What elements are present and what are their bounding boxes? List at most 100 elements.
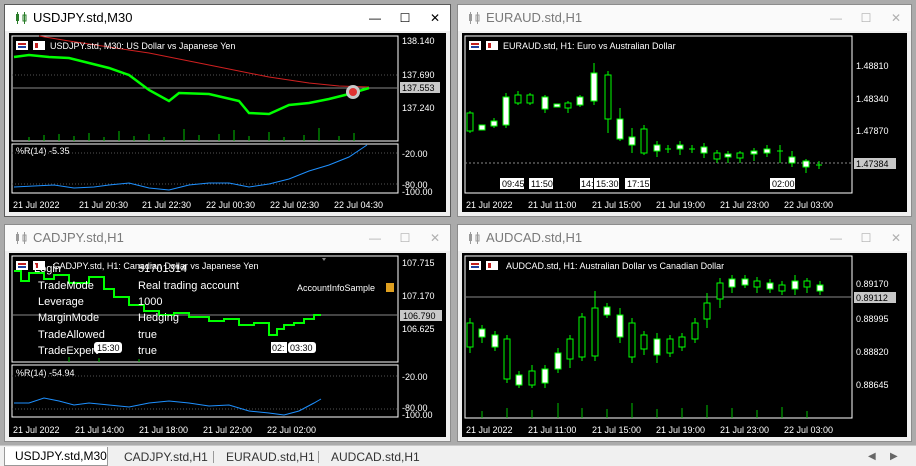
candlestick-chart-icon	[16, 232, 27, 244]
close-button[interactable]: ✕	[881, 5, 911, 31]
tab-audcad[interactable]: AUDCAD.std,H1	[321, 447, 421, 466]
minimize-button[interactable]: —	[360, 5, 390, 31]
scroll-left-icon[interactable]: ◀	[868, 447, 890, 466]
account-key: Login	[34, 263, 61, 275]
euraud-titlebar[interactable]: EURAUD.std,H1 — ☐ ✕	[458, 5, 911, 31]
indicator-tick: -20.00	[402, 149, 428, 159]
session-labels: 09:45 11:50 14: 15:30 17:15 02:00	[500, 178, 795, 189]
time-tick: 21 Jul 14:00	[75, 425, 124, 435]
price-tick: 0.89170	[856, 279, 889, 289]
price-tick: 0.88995	[856, 314, 889, 324]
price-tick: 137.240	[402, 103, 435, 113]
current-price: 1.47384	[856, 159, 889, 169]
account-key: TradeExpert	[38, 345, 99, 357]
minimize-button[interactable]: —	[360, 225, 390, 251]
time-tick: 22 Jul 03:00	[784, 200, 833, 210]
expert-icon	[386, 283, 394, 292]
price-tick: 1.48810	[856, 61, 889, 71]
account-value: 51701314	[138, 263, 187, 275]
time-tick: 21 Jul 19:00	[656, 200, 705, 210]
price-tick: 107.715	[402, 258, 435, 268]
session-label: 02:00	[772, 179, 795, 189]
current-price: 106.790	[403, 311, 436, 321]
session-label: 03:30	[290, 343, 313, 353]
account-key: MarginMode	[38, 312, 100, 324]
chart-symbol-label: AUDCAD.std, H1: Australian Dollar vs Can…	[506, 261, 724, 271]
session-label: 15:30	[97, 343, 120, 353]
candlestick-chart-icon	[16, 12, 27, 24]
volume-bars	[68, 357, 140, 362]
time-tick: 21 Jul 23:00	[720, 425, 769, 435]
tab-cadjpy[interactable]: CADJPY.std,H1	[114, 447, 212, 466]
price-tick: 138.140	[402, 36, 435, 46]
cadjpy-titlebar[interactable]: CADJPY.std,H1 — ☐ ✕	[5, 225, 450, 251]
usdjpy-chart-window[interactable]: USDJPY.std,M30 — ☐ ✕ USDJPY.std, M30: US…	[4, 4, 451, 217]
maximize-button[interactable]: ☐	[390, 5, 420, 31]
volume-bars	[481, 403, 808, 418]
chart-type-icons	[16, 41, 45, 50]
tab-separator	[318, 451, 319, 463]
chart-symbol-label: EURAUD.std, H1: Euro vs Australian Dolla…	[503, 41, 676, 51]
williams-r-line	[14, 397, 322, 416]
cadjpy-chart[interactable]: CADJPY.std, H1: Canadian Dollar vs Japan…	[9, 253, 446, 437]
chart-type-icons	[469, 41, 498, 50]
tab-separator	[213, 451, 214, 463]
time-tick: 21 Jul 15:00	[592, 425, 641, 435]
account-key: TradeMode	[38, 280, 94, 292]
window-title: USDJPY.std,M30	[33, 10, 133, 25]
session-label: 09:45	[502, 179, 525, 189]
time-tick: 22 Jul 02:30	[270, 200, 319, 210]
maximize-button[interactable]: ☐	[851, 5, 881, 31]
tab-usdjpy[interactable]: USDJPY.std,M30	[4, 447, 108, 466]
account-value: true	[138, 345, 157, 357]
time-tick: 21 Jul 23:00	[720, 200, 769, 210]
candles	[466, 63, 822, 173]
close-button[interactable]: ✕	[881, 225, 911, 251]
chart-tab-bar: USDJPY.std,M30 CADJPY.std,H1 EURAUD.std,…	[0, 445, 916, 466]
candlestick-chart-icon	[469, 232, 480, 244]
euraud-chart[interactable]: EURAUD.std, H1: Euro vs Australian Dolla…	[462, 33, 907, 212]
price-tick: 0.88645	[856, 380, 889, 390]
minimize-button[interactable]: —	[821, 225, 851, 251]
chart-type-icons	[469, 261, 498, 270]
usdjpy-titlebar[interactable]: USDJPY.std,M30 — ☐ ✕	[5, 5, 450, 31]
time-tick: 21 Jul 22:00	[203, 425, 252, 435]
euraud-chart-window[interactable]: EURAUD.std,H1 — ☐ ✕ EURAUD.std, H1: Euro…	[457, 4, 912, 217]
cadjpy-chart-window[interactable]: CADJPY.std,H1 — ☐ ✕ CADJPY.std, H1: Cana…	[4, 224, 451, 442]
candlestick-chart-icon	[469, 12, 480, 24]
audcad-titlebar[interactable]: AUDCAD.std,H1 — ☐ ✕	[458, 225, 911, 251]
tab-euraud[interactable]: EURAUD.std,H1	[216, 447, 315, 466]
candles	[466, 275, 824, 388]
session-label: 11:50	[531, 179, 553, 189]
time-tick: 22 Jul 03:00	[784, 425, 833, 435]
price-tick: 0.88820	[856, 347, 889, 357]
time-tick: 21 Jul 18:00	[139, 425, 188, 435]
volume-bars	[28, 128, 355, 141]
price-tick: 1.48340	[856, 94, 889, 104]
scroll-right-icon[interactable]: ▶	[890, 447, 912, 466]
time-tick: 21 Jul 2022	[466, 200, 513, 210]
account-value: Real trading account	[138, 280, 239, 292]
audcad-chart[interactable]: AUDCAD.std, H1: Australian Dollar vs Can…	[462, 253, 907, 437]
audcad-chart-window[interactable]: AUDCAD.std,H1 — ☐ ✕ AUDCAD.std, H1: Aust…	[457, 224, 912, 442]
time-tick: 21 Jul 11:00	[528, 200, 576, 210]
account-key: TradeAllowed	[38, 329, 105, 341]
minimize-button[interactable]: —	[821, 5, 851, 31]
time-tick: 21 Jul 22:30	[142, 200, 191, 210]
price-line	[13, 53, 370, 116]
indicator-tick: -100.00	[402, 410, 433, 420]
account-key: Leverage	[38, 296, 84, 308]
maximize-button[interactable]: ☐	[851, 225, 881, 251]
window-title: EURAUD.std,H1	[486, 10, 583, 25]
time-tick: 22 Jul 02:00	[267, 425, 316, 435]
close-button[interactable]: ✕	[420, 225, 450, 251]
expert-name: AccountInfoSample	[297, 283, 375, 293]
time-tick: 22 Jul 00:30	[206, 200, 255, 210]
time-tick: 21 Jul 15:00	[592, 200, 641, 210]
price-tick: 1.47870	[856, 126, 889, 136]
maximize-button[interactable]: ☐	[390, 225, 420, 251]
time-tick: 21 Jul 19:00	[656, 425, 705, 435]
close-button[interactable]: ✕	[420, 5, 450, 31]
usdjpy-chart[interactable]: USDJPY.std, M30: US Dollar vs Japanese Y…	[9, 33, 446, 212]
indicator-tick: -20.00	[402, 372, 428, 382]
